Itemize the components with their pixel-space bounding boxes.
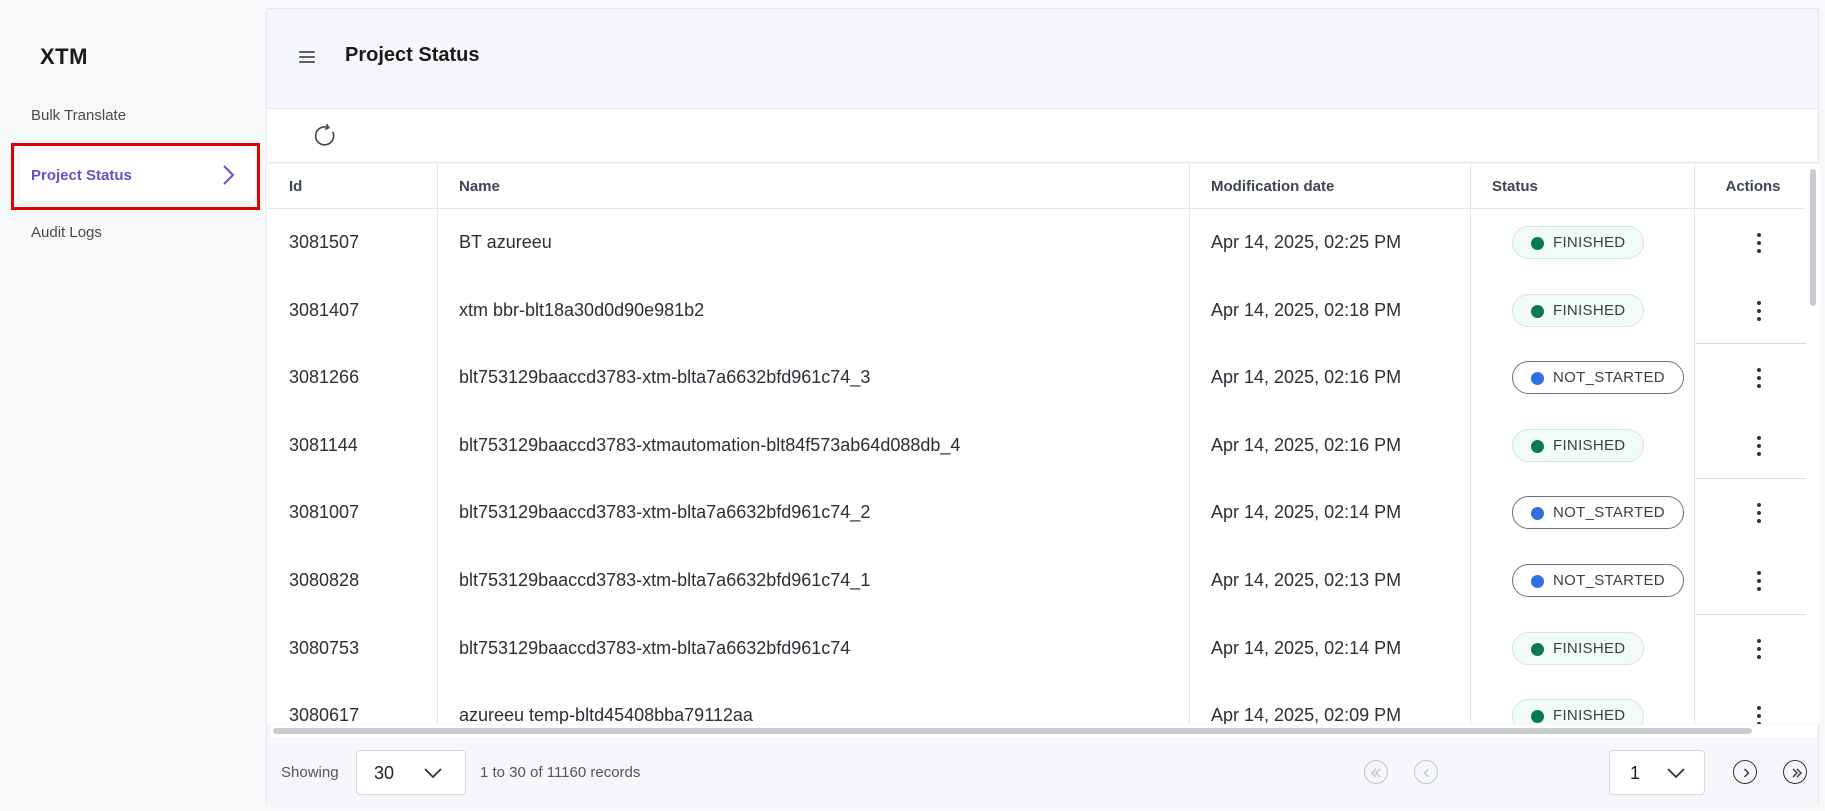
kebab-menu-icon[interactable] [1747, 365, 1771, 391]
cell-name: BT azureeu [459, 232, 552, 252]
cell-modification-date: Apr 14, 2025, 02:14 PM [1211, 502, 1402, 523]
cell-name: xtm bbr-blt18a30d0d90e981b2 [459, 299, 705, 320]
page-size-select[interactable]: 30 [356, 750, 466, 795]
kebab-menu-icon[interactable] [1747, 568, 1771, 594]
pagination-footer: Showing 30 1 to 30 of 11160 records 1 [267, 742, 1818, 804]
page-size-value: 30 [374, 763, 395, 783]
cell-name: blt753129baaccd3783-xtm-blta7a6632bfd961… [459, 637, 851, 658]
cell-modification-date: Apr 14, 2025, 02:16 PM [1211, 367, 1402, 388]
cell-name: blt753129baaccd3783-xtm-blta7a6632bfd961… [459, 570, 871, 590]
status-badge: NOT_STARTED [1512, 361, 1684, 395]
table-row[interactable]: 3080753 blt753129baaccd3783-xtm-blta7a663… [267, 615, 1812, 683]
cell-id: 3081144 [289, 434, 358, 455]
cell-id: 3081507 [289, 232, 360, 252]
records-count: 1 to 30 of 11160 records [480, 764, 641, 781]
column-header-name[interactable]: Name [437, 164, 1189, 209]
cell-id: 3080828 [289, 570, 360, 590]
column-header-modification-date[interactable]: Modification date [1189, 164, 1470, 209]
table-toolbar [267, 109, 1818, 163]
cell-id: 3081007 [289, 502, 360, 523]
status-badge: FINISHED [1512, 428, 1645, 462]
kebab-menu-icon[interactable] [1747, 703, 1771, 724]
project-table: Id Name Modification date Status Actions… [267, 164, 1820, 724]
showing-label: Showing [281, 764, 339, 781]
previous-page-icon[interactable] [1414, 760, 1438, 784]
kebab-menu-icon[interactable] [1747, 230, 1771, 256]
cell-modification-date: Apr 14, 2025, 02:16 PM [1211, 434, 1402, 455]
table-row[interactable]: 3081266 blt753129baaccd3783-xtm-blta7a663… [267, 344, 1812, 412]
cell-name: azureeu temp-bltd45408bba79112aa [459, 705, 753, 724]
cell-id: 3081407 [289, 299, 360, 320]
sidebar-item-audit-logs[interactable]: Audit Logs [31, 224, 102, 241]
cell-name: blt753129baaccd3783-xtm-blta7a6632bfd961… [459, 502, 871, 523]
table-row[interactable]: 3080828 blt753129baaccd3783-xtm-blta7a663… [267, 547, 1812, 615]
cell-modification-date: Apr 14, 2025, 02:18 PM [1211, 299, 1402, 320]
status-badge: NOT_STARTED [1512, 564, 1684, 597]
kebab-menu-icon[interactable] [1747, 433, 1771, 459]
cell-modification-date: Apr 14, 2025, 02:09 PM [1211, 705, 1402, 724]
table-header: Id Name Modification date Status Actions [267, 164, 1812, 209]
column-header-status[interactable]: Status [1470, 164, 1694, 209]
cell-id: 3080617 [289, 705, 360, 724]
chevron-right-icon [223, 165, 235, 185]
main-panel: Project Status Id Name Modification date… [266, 8, 1820, 804]
refresh-icon[interactable] [312, 123, 338, 149]
first-page-icon[interactable] [1364, 760, 1388, 784]
status-badge: FINISHED [1512, 293, 1645, 327]
status-badge: FINISHED [1512, 699, 1645, 724]
cell-id: 3081266 [289, 367, 360, 388]
kebab-menu-icon[interactable] [1747, 500, 1771, 526]
table-row[interactable]: 3081007 blt753129baaccd3783-xtm-blta7a663… [267, 479, 1812, 547]
vertical-scrollbar[interactable] [1806, 164, 1820, 724]
horizontal-scrollbar[interactable] [271, 725, 1818, 737]
page-header: Project Status [267, 9, 1818, 109]
table-row[interactable]: 3081407 xtm bbr-blt18a30d0d90e981b2 Apr 14… [267, 277, 1812, 345]
kebab-menu-icon[interactable] [1747, 636, 1771, 662]
sidebar-item-label: Project Status [31, 167, 132, 184]
column-header-actions: Actions [1725, 178, 1781, 195]
table-row[interactable]: 3081507 BT azureeu Apr 14, 2025, 02:25 PM F… [267, 209, 1812, 277]
sidebar: XTM Bulk Translate Project Status Audit … [0, 0, 266, 811]
cell-modification-date: Apr 14, 2025, 02:14 PM [1211, 637, 1402, 658]
kebab-menu-icon[interactable] [1747, 298, 1771, 324]
chevron-down-icon [1667, 768, 1685, 779]
page-number-select[interactable]: 1 [1609, 750, 1705, 795]
chevron-down-icon [424, 768, 442, 779]
page-title: Project Status [345, 44, 480, 66]
table-row[interactable]: 3081144 blt753129baaccd3783-xtmautomation… [267, 412, 1812, 480]
last-page-icon[interactable] [1783, 760, 1807, 784]
column-header-id[interactable]: Id [267, 164, 437, 209]
sidebar-item-project-status[interactable]: Project Status [20, 150, 256, 201]
cell-modification-date: Apr 14, 2025, 02:13 PM [1211, 570, 1402, 590]
status-badge: FINISHED [1512, 631, 1645, 665]
status-badge: FINISHED [1512, 226, 1645, 259]
table-row[interactable]: 3080617 azureeu temp-bltd45408bba79112aa A… [267, 682, 1812, 724]
cell-name: blt753129baaccd3783-xtmautomation-blt84f… [459, 434, 961, 455]
cell-modification-date: Apr 14, 2025, 02:25 PM [1211, 232, 1402, 252]
cell-name: blt753129baaccd3783-xtm-blta7a6632bfd961… [459, 367, 871, 388]
next-page-icon[interactable] [1733, 760, 1757, 784]
current-page: 1 [1630, 763, 1641, 783]
status-badge: NOT_STARTED [1512, 496, 1684, 530]
hamburger-icon[interactable] [299, 51, 315, 65]
cell-id: 3080753 [289, 637, 360, 658]
brand-logo: XTM [40, 44, 88, 69]
sidebar-item-bulk-translate[interactable]: Bulk Translate [31, 107, 126, 124]
